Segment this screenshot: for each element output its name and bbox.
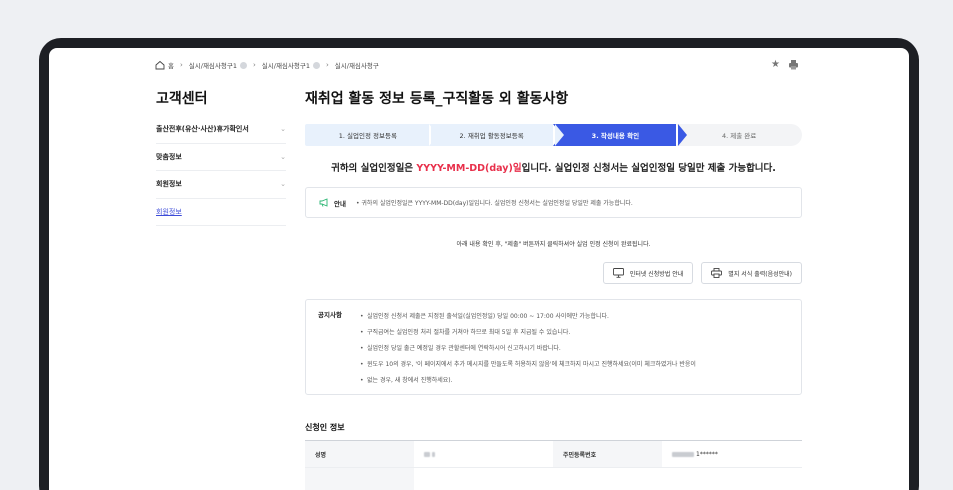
breadcrumb-home[interactable]: 홈	[168, 60, 174, 70]
step-label: 2. 재취업 활동정보등록	[459, 132, 524, 140]
announcement-item: 구직급여는 실업인정 처리 절차를 거쳐야 하므로 최대 5일 후 지급될 수 …	[360, 325, 696, 341]
chevron-right-icon: ›	[252, 61, 256, 69]
star-icon[interactable]: ★	[771, 59, 782, 70]
breadcrumb-item-2[interactable]: 실시/재심사청구1	[262, 60, 310, 70]
page-title: 재취업 활동 정보 등록_구직활동 외 활동사항	[305, 91, 569, 107]
recognition-date: YYYY-MM-DD(day)일	[416, 163, 522, 174]
sidebar-item-member-info[interactable]: 회원정보 ⌄	[156, 171, 286, 199]
step-label: 3. 작성내용 확인	[591, 132, 640, 140]
sidebar-item-label: 회원정보	[156, 207, 182, 216]
step-4: 4. 제출 완료	[676, 124, 802, 146]
breadcrumb: 홈 › 실시/재심사청구1 › 실시/재심사청구1 › 실시/재심사청구	[155, 60, 379, 70]
rrn-value: 1******	[662, 441, 801, 467]
headline-suffix: 입니다. 실업인정 신청서는 실업인정일 당일만 제출 가능합니다.	[521, 163, 776, 174]
guide-box: 안내 • 귀하의 실업인정일은 YYYY-MM-DD(day)일입니다. 실업인…	[305, 187, 802, 218]
breadcrumb-dropdown-icon[interactable]	[239, 61, 247, 69]
breadcrumb-item-1[interactable]: 실시/재심사청구1	[189, 60, 237, 70]
step-label: 1. 실업인정 정보등록	[338, 132, 397, 140]
step-2: 2. 재취업 활동정보등록	[428, 124, 564, 146]
printer-icon	[711, 268, 723, 278]
chevron-right-icon: ›	[179, 61, 183, 69]
empty-header	[305, 468, 414, 490]
sidebar-item-label: 회원정보	[156, 180, 182, 189]
step-1: 1. 실업인정 정보등록	[305, 124, 440, 146]
name-header: 성명	[305, 441, 414, 467]
print-form-button[interactable]: 별지 서식 출력(음성안내)	[701, 262, 802, 284]
rrn-suffix: 1******	[696, 450, 718, 458]
step-label: 4. 제출 완료	[721, 132, 757, 140]
megaphone-icon	[319, 198, 328, 207]
step-3-active: 3. 작성내용 확인	[552, 124, 688, 146]
chevron-down-icon: ⌄	[280, 152, 286, 161]
progress-steps: 1. 실업인정 정보등록 2. 재취업 활동정보등록 3. 작성내용 확인 4.…	[305, 124, 802, 146]
step-arrow	[554, 124, 564, 146]
breadcrumb-item-3: 실시/재심사청구	[334, 62, 379, 70]
announcement-box: 공지사항 실업인정 신청서 제출은 지정된 출석일(실업인정일) 당일 00:0…	[305, 299, 802, 395]
guide-label: 안내	[334, 199, 346, 208]
masked-text	[432, 451, 435, 457]
table-row	[305, 468, 802, 490]
rrn-header: 주민등록번호	[553, 441, 662, 467]
confirm-instruction: 아래 내용 확인 후, "제출" 버튼까지 클릭하셔야 실업 인정 신청이 완료…	[456, 241, 651, 248]
announcement-list: 실업인정 신청서 제출은 지정된 출석일(실업인정일) 당일 00:00 ~ 1…	[360, 309, 696, 389]
monitor-icon	[612, 268, 624, 278]
masked-text	[424, 451, 430, 457]
announcement-item: 실업인정 신청서 제출은 지정된 출석일(실업인정일) 당일 00:00 ~ 1…	[360, 309, 696, 325]
step-arrow	[678, 124, 688, 146]
recognition-date-headline: 귀하의 실업인정일은 YYYY-MM-DD(day)일입니다. 실업인정 신청서…	[305, 160, 802, 174]
browser-screen: 홈 › 실시/재심사청구1 › 실시/재심사청구1 › 실시/재심사청구 ★ 고…	[49, 48, 909, 490]
name-value-masked	[414, 441, 553, 467]
page-tools: ★	[771, 59, 799, 70]
empty-cell	[414, 468, 553, 490]
sidebar-item-label: 출산전후(유산·사산)휴가확인서	[156, 125, 249, 134]
sidebar-item-custom-info[interactable]: 맞춤정보 ⌄	[156, 144, 286, 171]
sidebar-item-label: 맞춤정보	[156, 152, 182, 161]
print-icon[interactable]	[788, 59, 799, 70]
sidebar-item-member-info-link[interactable]: 회원정보	[156, 199, 286, 226]
print-form-label: 별지 서식 출력(음성안내)	[728, 270, 792, 278]
announcement-item: 윈도우 10의 경우, '이 페이지에서 추가 메시지를 만들도록 허용하지 않…	[360, 357, 696, 373]
chevron-down-icon: ⌄	[280, 125, 286, 134]
announcement-label: 공지사항	[318, 311, 342, 319]
chevron-right-icon: ›	[325, 61, 329, 69]
breadcrumb-dropdown-icon[interactable]	[312, 61, 320, 69]
headline-prefix: 귀하의 실업인정일은	[331, 163, 417, 174]
guide-badge: 안내	[319, 198, 346, 208]
home-icon[interactable]	[155, 60, 165, 70]
step-arrow	[430, 124, 440, 146]
chevron-down-icon: ⌄	[280, 180, 286, 189]
table-row: 성명 주민등록번호 1******	[305, 441, 802, 468]
sidebar-title: 고객센터	[156, 91, 208, 107]
announcement-item-continued: 없는 경우, 새 창에서 진행하세요).	[360, 373, 696, 389]
internet-guide-button[interactable]: 인터넷 신청방법 안내	[602, 262, 694, 284]
action-buttons: 인터넷 신청방법 안내 별지 서식 출력(음성안내)	[602, 262, 802, 284]
applicant-section-title: 신청인 정보	[305, 423, 345, 432]
masked-text	[672, 451, 694, 457]
guide-text: • 귀하의 실업인정일은 YYYY-MM-DD(day)일입니다. 실업인정 신…	[355, 200, 633, 207]
applicant-info-table: 성명 주민등록번호 1******	[305, 440, 802, 490]
internet-guide-label: 인터넷 신청방법 안내	[629, 270, 684, 278]
sidebar-menu: 출산전후(유산·사산)휴가확인서 ⌄ 맞춤정보 ⌄ 회원정보 ⌄ 회원정보	[156, 116, 286, 226]
sidebar-item-maternity[interactable]: 출산전후(유산·사산)휴가확인서 ⌄	[156, 116, 286, 144]
announcement-item: 실업인정 당일 출근 예정일 경우 관할센터에 연락하시어 신고하시기 바랍니다…	[360, 341, 696, 357]
